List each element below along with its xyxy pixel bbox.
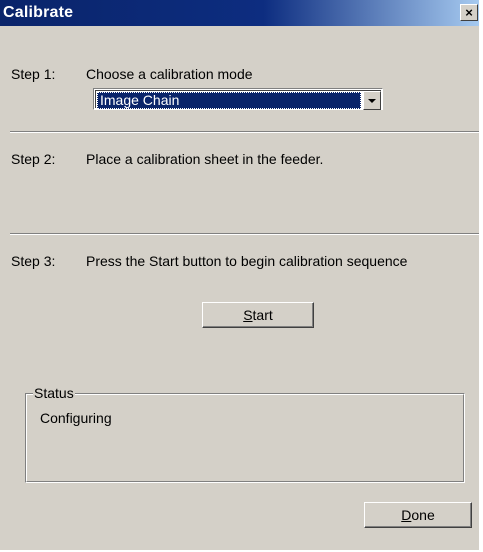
start-button-mnemonic: S — [243, 307, 253, 323]
calibration-mode-select[interactable]: Image Chain — [93, 88, 383, 110]
start-button[interactable]: Start — [202, 302, 314, 328]
done-button[interactable]: Done — [364, 502, 472, 528]
close-icon: × — [465, 5, 473, 20]
step1-text: Choose a calibration mode — [86, 66, 253, 82]
status-group — [25, 393, 465, 483]
step3-number: Step 3: — [11, 253, 56, 269]
status-text: Configuring — [40, 410, 112, 426]
step2-number: Step 2: — [11, 151, 56, 167]
step3-text: Press the Start button to begin calibrat… — [86, 253, 408, 269]
chevron-down-icon — [368, 98, 376, 103]
step1-number: Step 1: — [11, 66, 56, 82]
dropdown-button[interactable] — [363, 91, 381, 110]
window-title: Calibrate — [3, 4, 74, 21]
calibrate-dialog: Calibrate × Step 1: Choose a calibration… — [0, 0, 481, 552]
separator — [10, 131, 479, 133]
done-button-mnemonic: D — [401, 507, 412, 523]
start-button-label: tart — [252, 307, 273, 323]
calibration-mode-value: Image Chain — [97, 92, 361, 109]
separator — [10, 233, 479, 235]
step2-text: Place a calibration sheet in the feeder. — [86, 151, 324, 167]
done-button-label: one — [411, 507, 435, 523]
status-group-label: Status — [33, 385, 75, 401]
title-bar[interactable]: Calibrate × — [0, 0, 479, 26]
close-button[interactable]: × — [460, 4, 478, 21]
